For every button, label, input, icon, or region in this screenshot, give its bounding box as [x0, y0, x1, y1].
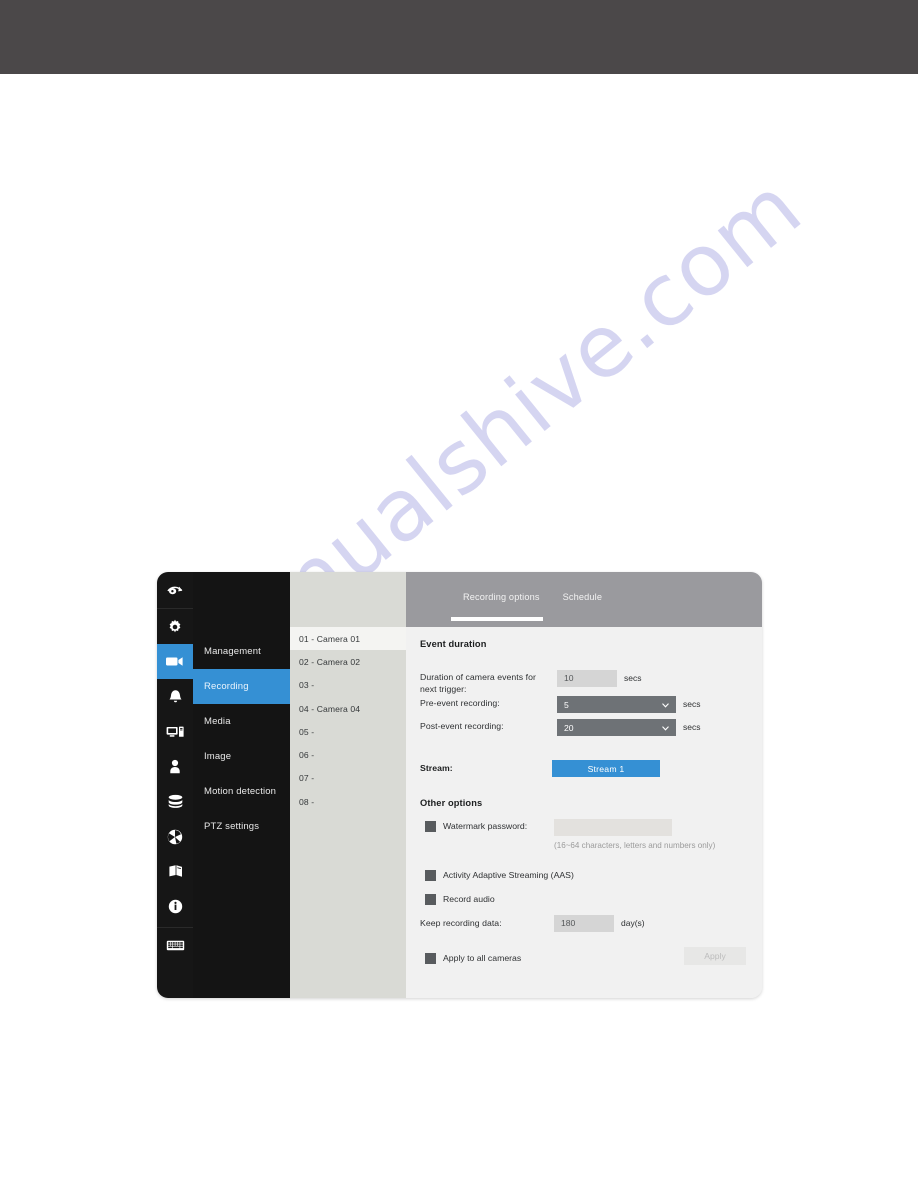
sidebar-item-label: Management: [204, 646, 261, 657]
post-event-unit: secs: [683, 722, 701, 732]
duration-input[interactable]: [557, 670, 617, 687]
list-item[interactable]: 04 - Camera 04: [290, 697, 406, 720]
sidebar-item-label: PTZ settings: [204, 821, 260, 832]
apply-to-all-cameras-checkbox[interactable]: [425, 953, 436, 964]
camera-label: 04 - Camera 04: [299, 703, 361, 714]
list-item[interactable]: 05 -: [290, 720, 406, 743]
post-event-dropdown[interactable]: 20: [557, 719, 676, 736]
keep-recording-data-label: Keep recording data:: [420, 918, 502, 928]
content-pane: Recording options Schedule Event duratio…: [406, 572, 762, 998]
list-item[interactable]: 07 -: [290, 767, 406, 790]
active-tab-indicator: [451, 617, 543, 621]
sidebar-item-image[interactable]: Image: [193, 739, 290, 774]
sidebar-item-label: Media: [204, 716, 231, 727]
camera-label: 08 -: [299, 796, 315, 807]
watermark-password-checkbox[interactable]: [425, 821, 436, 832]
keep-recording-data-input[interactable]: [554, 915, 614, 932]
camera-list: 01 - Camera 01 02 - Camera 02 03 - 04 - …: [290, 572, 406, 998]
bell-icon[interactable]: [157, 679, 193, 714]
pre-event-label: Pre-event recording:: [420, 698, 500, 708]
person-icon[interactable]: [157, 749, 193, 784]
sidebar-item-label: Recording: [204, 681, 249, 692]
camera-label: 02 - Camera 02: [299, 656, 361, 667]
camera-label: 05 -: [299, 726, 315, 737]
duration-label-line2: next trigger:: [420, 684, 467, 694]
recording-options-form: Event duration Duration of camera events…: [406, 627, 762, 998]
watermark-password-hint: (16~64 characters, letters and numbers o…: [554, 841, 716, 850]
watermark-password-input[interactable]: [554, 819, 672, 836]
sidebar-item-label: Motion detection: [204, 786, 277, 797]
list-item[interactable]: 02 - Camera 02: [290, 650, 406, 673]
monitor-tower-icon[interactable]: [157, 714, 193, 749]
tab-bar: Recording options Schedule: [406, 572, 762, 627]
gear-icon[interactable]: [157, 609, 193, 644]
pre-event-value: 5: [564, 699, 569, 710]
post-event-value: 20: [564, 722, 574, 733]
sidebar-item-management[interactable]: Management: [193, 634, 290, 669]
logo-eye-icon[interactable]: [157, 572, 193, 609]
pre-event-dropdown[interactable]: 5: [557, 696, 676, 713]
keep-recording-data-unit: day(s): [621, 918, 645, 928]
application-window: Management Recording Media Image Motion …: [157, 572, 762, 998]
sidebar-item-ptz-settings[interactable]: PTZ settings: [193, 809, 290, 844]
stream-1-button[interactable]: Stream 1: [552, 760, 660, 777]
top-dark-band: [0, 0, 918, 74]
tab-group: Recording options Schedule: [406, 592, 602, 602]
icon-rail: [157, 572, 193, 998]
camera-label: 01 - Camera 01: [299, 633, 361, 644]
chevron-down-icon: [662, 724, 669, 731]
pie-chart-icon[interactable]: [157, 819, 193, 854]
keyboard-icon[interactable]: [157, 927, 193, 963]
duration-label-line1: Duration of camera events for: [420, 672, 536, 682]
sidebar-item-media[interactable]: Media: [193, 704, 290, 739]
camera-icon[interactable]: [157, 644, 193, 679]
camera-label: 07 -: [299, 773, 315, 784]
sidebar-item-label: Image: [204, 751, 232, 762]
record-audio-label: Record audio: [443, 894, 495, 904]
apply-button[interactable]: Apply: [684, 947, 746, 965]
aas-checkbox[interactable]: [425, 870, 436, 881]
list-item[interactable]: 03 -: [290, 674, 406, 697]
list-item[interactable]: 06 -: [290, 743, 406, 766]
sidebar-item-recording[interactable]: Recording: [193, 669, 290, 704]
list-item[interactable]: 01 - Camera 01: [290, 627, 406, 651]
info-icon[interactable]: [157, 889, 193, 924]
apply-to-all-cameras-label: Apply to all cameras: [443, 953, 522, 963]
books-icon[interactable]: [157, 854, 193, 889]
event-duration-heading: Event duration: [420, 639, 487, 649]
database-icon[interactable]: [157, 784, 193, 819]
tab-schedule[interactable]: Schedule: [563, 592, 603, 602]
chevron-down-icon: [662, 701, 669, 708]
record-audio-checkbox[interactable]: [425, 894, 436, 905]
camera-label: 06 -: [299, 750, 315, 761]
stream-label: Stream:: [420, 763, 453, 773]
list-item[interactable]: 08 -: [290, 790, 406, 813]
other-options-heading: Other options: [420, 798, 483, 808]
duration-unit: secs: [624, 673, 642, 683]
watermark-password-label: Watermark password:: [443, 821, 528, 831]
tab-recording-options[interactable]: Recording options: [463, 592, 540, 602]
sidebar-nav: Management Recording Media Image Motion …: [193, 572, 290, 998]
sidebar-item-motion-detection[interactable]: Motion detection: [193, 774, 290, 809]
camera-label: 03 -: [299, 680, 315, 691]
post-event-label: Post-event recording:: [420, 721, 504, 731]
aas-label: Activity Adaptive Streaming (AAS): [443, 870, 574, 880]
pre-event-unit: secs: [683, 699, 701, 709]
page-root: manualshive.com Management Recording Med…: [0, 0, 918, 1188]
